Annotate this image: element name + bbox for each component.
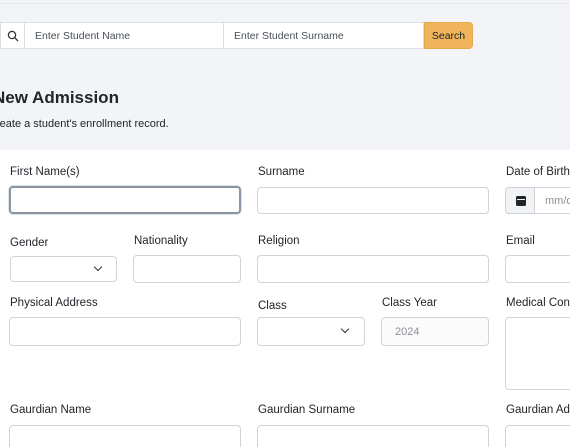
gender-select[interactable]	[10, 256, 117, 282]
nationality-label: Nationality	[134, 235, 188, 247]
medical-conditions-label: Medical Con	[506, 297, 570, 309]
gender-label: Gender	[10, 237, 49, 249]
class-label: Class	[258, 300, 287, 312]
page-subtitle: reate a student's enrollment record.	[0, 118, 169, 130]
guardian-name-input[interactable]	[9, 425, 241, 447]
nationality-input[interactable]	[133, 255, 241, 283]
calendar-icon[interactable]	[505, 187, 535, 214]
student-name-search-input[interactable]	[24, 22, 224, 49]
physical-address-label: Physical Address	[10, 297, 98, 309]
guardian-name-label: Gaurdian Name	[10, 404, 92, 416]
religion-input[interactable]	[257, 255, 489, 283]
chevron-down-icon	[340, 324, 350, 334]
first-names-input[interactable]	[9, 186, 241, 214]
page-title: New Admission	[0, 88, 119, 107]
chevron-down-icon	[93, 262, 103, 272]
physical-address-input[interactable]	[9, 317, 241, 346]
first-names-label: First Name(s)	[10, 166, 80, 178]
search-button[interactable]: Search	[424, 22, 473, 49]
email-input[interactable]	[505, 255, 570, 283]
class-year-label: Class Year	[382, 297, 437, 309]
class-select[interactable]	[257, 317, 365, 346]
dob-label: Date of Birth	[506, 166, 570, 178]
guardian-surname-input[interactable]	[257, 425, 489, 447]
guardian-address-input[interactable]	[505, 425, 570, 447]
search-bar: Search	[0, 22, 473, 49]
guardian-surname-label: Gaurdian Surname	[258, 404, 356, 416]
guardian-address-label: Gaurdian Ad	[506, 404, 570, 416]
medical-conditions-textarea[interactable]	[505, 317, 570, 390]
surname-input[interactable]	[257, 187, 489, 214]
class-year-value: 2024	[395, 326, 420, 338]
email-label: Email	[506, 235, 535, 247]
surname-label: Surname	[258, 166, 305, 178]
class-year-input[interactable]: 2024	[381, 317, 489, 346]
religion-label: Religion	[258, 235, 300, 247]
top-divider	[0, 3, 570, 4]
search-icon[interactable]	[0, 22, 24, 49]
student-surname-search-input[interactable]	[224, 22, 424, 49]
dob-placeholder: mm/d	[545, 195, 570, 207]
